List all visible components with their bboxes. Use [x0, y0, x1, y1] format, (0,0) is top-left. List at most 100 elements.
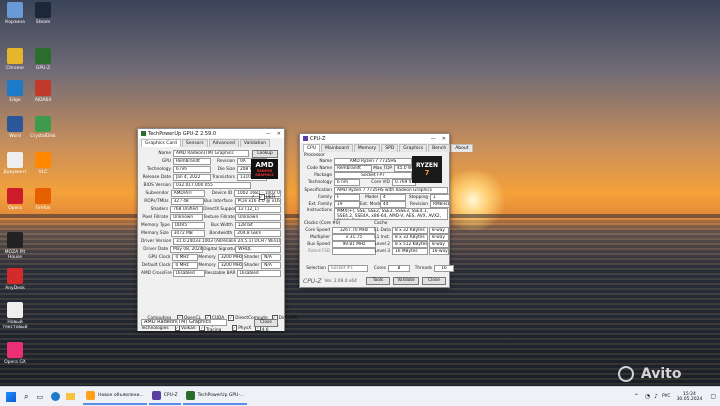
uefi-label: UEFI [265, 194, 276, 200]
tray-chevron-icon[interactable]: ⌃ [634, 393, 639, 400]
gpuz-tab[interactable]: Graphics Card [141, 139, 181, 147]
desktop-icon[interactable]: Steam [28, 2, 58, 25]
desktop-icon[interactable]: CrystalDisk [28, 116, 58, 139]
taskbar-app-label: CPU-Z [163, 393, 178, 398]
minimize-icon[interactable]: — [266, 131, 271, 137]
gpuz-row: Driver Version 31.0.24033.1003 (Adrenalin… [141, 237, 281, 245]
clock[interactable]: 15:24 30.05.2024 [677, 392, 703, 402]
cpuz-titlebar[interactable]: CPU-Z — ✕ [300, 134, 449, 143]
desktop-icon[interactable]: Документ [0, 152, 30, 175]
gpuz-close-button[interactable]: Close [254, 319, 278, 327]
gpuz-field-value: May 08, 2024 [170, 245, 204, 253]
app-icon [7, 302, 23, 318]
explorer-taskbar-icon[interactable] [66, 393, 76, 400]
app-icon [35, 80, 51, 96]
desktop-icon[interactable]: Edge [0, 80, 30, 103]
notifications-icon[interactable]: ▢ [710, 393, 716, 400]
desktop-icon[interactable]: AnyDesk [0, 268, 30, 291]
gpuz-tab[interactable]: Validation [239, 139, 271, 147]
close-icon[interactable]: ✕ [277, 131, 281, 137]
checkbox[interactable]: ✓ [231, 325, 238, 331]
desktop-icon[interactable]: AIDA64 [28, 80, 58, 103]
gpuz-field-label: Release Date [142, 174, 171, 180]
gpuz-row: Memory Size 3072 MB Bandwidth 204.8 GB/s [141, 229, 282, 237]
cpuz-tab[interactable]: About [451, 144, 473, 152]
cpuz-app-icon [303, 136, 308, 141]
lookup-button[interactable]: Lookup [252, 150, 278, 158]
gpuz-row: AMD CrossFire Disabled Resizable BAR Disabl… [141, 269, 281, 277]
checkbox-label: Vulkan [181, 325, 196, 331]
cpuz-footer: CPU-Z Ver. 2.09.0.x64 Tools Validate Clo… [303, 277, 446, 285]
gpuz-field-value: AMD/ATI [170, 189, 205, 197]
language-indicator[interactable]: РУС [662, 394, 671, 399]
package-label: Package [314, 172, 332, 178]
taskbar-app[interactable]: Новое объявлени... [83, 388, 147, 405]
desktop-icon[interactable]: Opera [0, 188, 30, 211]
desktop-icon-label: Steam [35, 20, 51, 25]
selection-select[interactable]: Socket #1 [328, 264, 368, 272]
taskbar-app[interactable]: TechPowerUp GPU-... [182, 388, 248, 405]
amd-radeon-logo: AMD RADEON GRAPHICS [251, 159, 278, 179]
taskbar-app-label: TechPowerUp GPU-... [197, 393, 245, 398]
gpuz-row: Memory Type DDR5 Bus Width 128 bit [141, 221, 281, 229]
gpuz-title: TechPowerUp GPU-Z 2.59.0 [148, 130, 217, 137]
checkbox-label: PhysX [238, 325, 252, 331]
cpuz-tab[interactable]: Graphics [399, 144, 428, 152]
start-icon[interactable] [6, 391, 16, 402]
taskbar-app[interactable]: CPU-Z [148, 388, 181, 405]
gpuz-field-label: Driver Date [143, 246, 169, 252]
cpuz-tab[interactable]: Bench [428, 144, 451, 152]
edge-taskbar-icon[interactable] [51, 392, 61, 401]
cores-label: Cores [373, 265, 386, 271]
desktop-icon-label: Firefox [35, 206, 51, 211]
app-icon [7, 48, 23, 64]
tools-button[interactable]: Tools [366, 277, 390, 285]
cpuz-close-button[interactable]: Close [422, 277, 446, 285]
task-view-icon[interactable]: ▭ [36, 393, 43, 401]
gpu-select[interactable]: AMD Radeon(TM) Graphics [141, 319, 227, 326]
desktop-icon[interactable]: VLC [28, 152, 58, 175]
avito-logo-icon [618, 366, 634, 382]
uefi-checkbox[interactable]: ✓ [258, 194, 265, 200]
minimize-icon[interactable]: — [431, 136, 436, 142]
selection-label: Selection [306, 265, 326, 271]
search-icon[interactable]: ⌕ [24, 392, 28, 402]
cpuz-tab[interactable]: Mainboard [321, 144, 353, 152]
desktop-icon[interactable]: Новый текстовый [0, 302, 30, 330]
gpuz-field-label: Digital Signature [203, 246, 240, 252]
taskbar-app-icon [185, 391, 195, 400]
gpuz-titlebar[interactable]: TechPowerUp GPU-Z 2.59.0 — ✕ [138, 129, 284, 138]
cpuz-window[interactable]: CPU-Z — ✕ CPU Mainboard Memory SPD Graphics B… [299, 133, 473, 288]
corespeed-label: Core Speed [305, 227, 330, 233]
gpu-select-value: AMD Radeon(TM) Graphics [144, 319, 212, 325]
gpuz-field-label: Texture Fillrate [203, 214, 235, 220]
desktop-icon[interactable]: Opera GX [0, 342, 30, 365]
desktop-icon[interactable]: Корзина [0, 2, 30, 25]
desktop-icon[interactable]: Firefox [28, 188, 58, 211]
gpuz-field-value: AMD Radeon(TM) Graphics [173, 149, 249, 157]
desktop-icon[interactable]: MOZA Pit House [0, 232, 30, 260]
cpuz-tab[interactable]: Memory [353, 144, 381, 152]
desktop-icon[interactable]: Word [0, 116, 30, 139]
checkbox[interactable]: ✓ [228, 315, 235, 321]
app-icon [7, 116, 23, 132]
desktop-icon-label: Opera [8, 206, 22, 211]
cpuz-tab[interactable]: CPU [303, 144, 321, 152]
extmodel-label: Ext. Model [360, 201, 383, 207]
cpuz-tab[interactable]: SPD [381, 144, 399, 152]
desktop-icon[interactable]: GPU-Z [28, 48, 58, 71]
network-icon[interactable]: ◔ [645, 393, 650, 400]
gpuz-field-label: Device ID [211, 190, 233, 196]
gpuz-field-label: Transistors [211, 174, 235, 180]
gpuz-tabs: Graphics Card Sensors Advanced Validation [138, 138, 284, 147]
close-icon[interactable]: ✕ [442, 136, 446, 142]
gpuz-tab[interactable]: Advanced [208, 139, 239, 147]
gpuz-row: Pixel Fillrate Unknown Texture Fillrate Unk… [141, 213, 281, 221]
validate-button[interactable]: Validate [393, 277, 419, 285]
share-icon[interactable]: ↗ [251, 195, 255, 200]
gpuz-tab[interactable]: Sensors [181, 139, 208, 147]
volume-icon[interactable]: ♪ [654, 393, 658, 400]
gpuz-window[interactable]: TechPowerUp GPU-Z 2.59.0 — ✕ Graphics Ca… [137, 128, 298, 333]
desktop-icon[interactable]: Chrome [0, 48, 30, 71]
desktop-icon-label: Chrome [6, 66, 24, 71]
